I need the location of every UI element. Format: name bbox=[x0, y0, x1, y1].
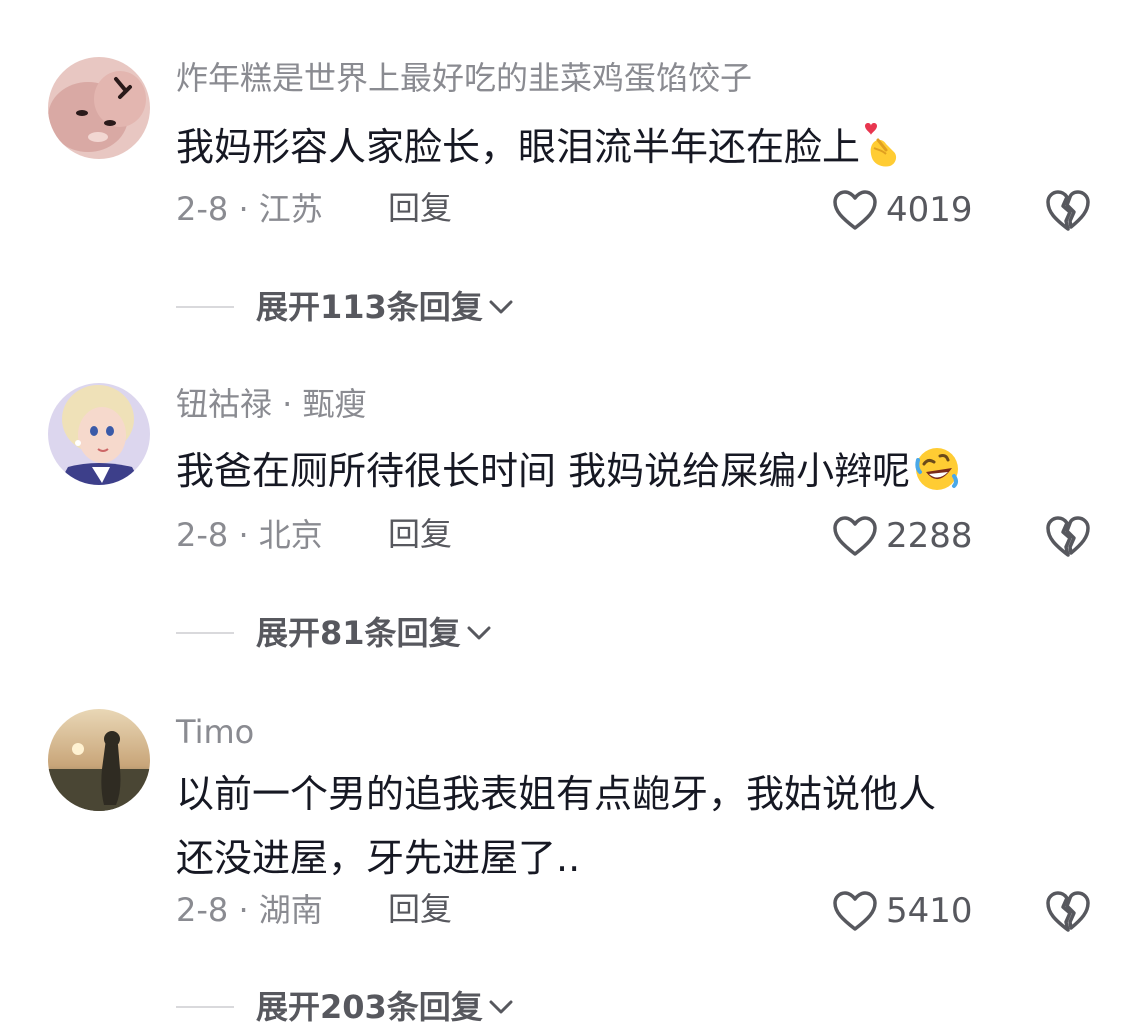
broken-heart-icon bbox=[1046, 891, 1090, 932]
comment-text: 我爸在厕所待很长时间 我妈说给屎编小辫呢 bbox=[176, 446, 1076, 504]
dislike-button[interactable] bbox=[1044, 514, 1092, 558]
like-count: 5410 bbox=[886, 891, 973, 931]
avatar[interactable] bbox=[48, 57, 150, 159]
chevron-down-icon bbox=[489, 300, 513, 314]
broken-heart-icon bbox=[1046, 516, 1090, 557]
comment-item: 炸年糕是世界上最好吃的韭菜鸡蛋馅饺子 我妈形容人家脸长，眼泪流半年还在脸上 2-… bbox=[0, 0, 1124, 323]
comment-text-line: 还没进屋，牙先进屋了.. bbox=[176, 836, 581, 880]
reply-button[interactable]: 回复 bbox=[388, 893, 452, 925]
like-button[interactable]: 4019 bbox=[832, 188, 973, 232]
expand-replies-button[interactable]: 展开81条回复 bbox=[176, 611, 493, 655]
like-count: 2288 bbox=[886, 516, 973, 556]
avatar-image bbox=[48, 57, 150, 159]
comment-text-segment: 我妈形容人家脸长，眼泪流半年还在脸上 bbox=[176, 125, 861, 169]
expand-replies-button[interactable]: 展开203条回复 bbox=[176, 985, 515, 1029]
reply-button[interactable]: 回复 bbox=[388, 518, 452, 550]
heart-icon bbox=[833, 516, 877, 556]
avatar[interactable] bbox=[48, 709, 150, 811]
comment-text: 以前一个男的追我表姐有点龅牙，我姑说他人 还没进屋，牙先进屋了.. bbox=[176, 769, 1076, 883]
chevron-down-icon bbox=[489, 1000, 513, 1014]
comment-username[interactable]: Timo bbox=[176, 716, 254, 748]
expand-replies-label: 展开203条回复 bbox=[256, 988, 483, 1026]
heart-icon bbox=[833, 190, 877, 230]
comment-item: Timo 以前一个男的追我表姐有点龅牙，我姑说他人 还没进屋，牙先进屋了.. 2… bbox=[0, 652, 1124, 1031]
avatar-image bbox=[48, 709, 150, 811]
comment-text: 我妈形容人家脸长，眼泪流半年还在脸上 bbox=[176, 120, 1076, 180]
avatar[interactable] bbox=[48, 383, 150, 485]
finger-heart-icon bbox=[864, 120, 900, 180]
like-button[interactable]: 5410 bbox=[832, 889, 973, 933]
expand-replies-label: 展开113条回复 bbox=[256, 288, 483, 326]
divider-line bbox=[176, 306, 234, 308]
avatar-image bbox=[48, 383, 150, 485]
comment-date-location: 2-8 · 江苏 bbox=[176, 190, 323, 228]
heart-icon bbox=[833, 891, 877, 931]
comment-text-line: 以前一个男的追我表姐有点龅牙，我姑说他人 bbox=[176, 772, 937, 816]
comment-item: 钮祜禄 · 甄瘦 我爸在厕所待很长时间 我妈说给屎编小辫呢 2-8 · 北京 回… bbox=[0, 326, 1124, 649]
chevron-down-icon bbox=[467, 626, 491, 640]
comment-username[interactable]: 炸年糕是世界上最好吃的韭菜鸡蛋馅饺子 bbox=[176, 62, 752, 94]
like-button[interactable]: 2288 bbox=[832, 514, 973, 558]
comment-text-line: 我妈形容人家脸长，眼泪流半年还在脸上 bbox=[176, 120, 1076, 180]
like-count: 4019 bbox=[886, 190, 973, 230]
comment-text-segment: 我爸在厕所待很长时间 我妈说给屎编小辫呢 bbox=[176, 449, 911, 493]
comment-date-location: 2-8 · 北京 bbox=[176, 516, 323, 554]
dislike-button[interactable] bbox=[1044, 889, 1092, 933]
dislike-button[interactable] bbox=[1044, 188, 1092, 232]
comment-text-line: 我爸在厕所待很长时间 我妈说给屎编小辫呢 bbox=[176, 446, 1076, 504]
broken-heart-icon bbox=[1046, 190, 1090, 231]
expand-replies-label: 展开81条回复 bbox=[256, 614, 461, 652]
divider-line bbox=[176, 1006, 234, 1008]
comment-date-location: 2-8 · 湖南 bbox=[176, 891, 323, 929]
rolling-on-floor-laughing-icon bbox=[914, 446, 960, 504]
comment-username[interactable]: 钮祜禄 · 甄瘦 bbox=[176, 388, 367, 420]
reply-button[interactable]: 回复 bbox=[388, 192, 452, 224]
expand-replies-button[interactable]: 展开113条回复 bbox=[176, 285, 515, 329]
divider-line bbox=[176, 632, 234, 634]
